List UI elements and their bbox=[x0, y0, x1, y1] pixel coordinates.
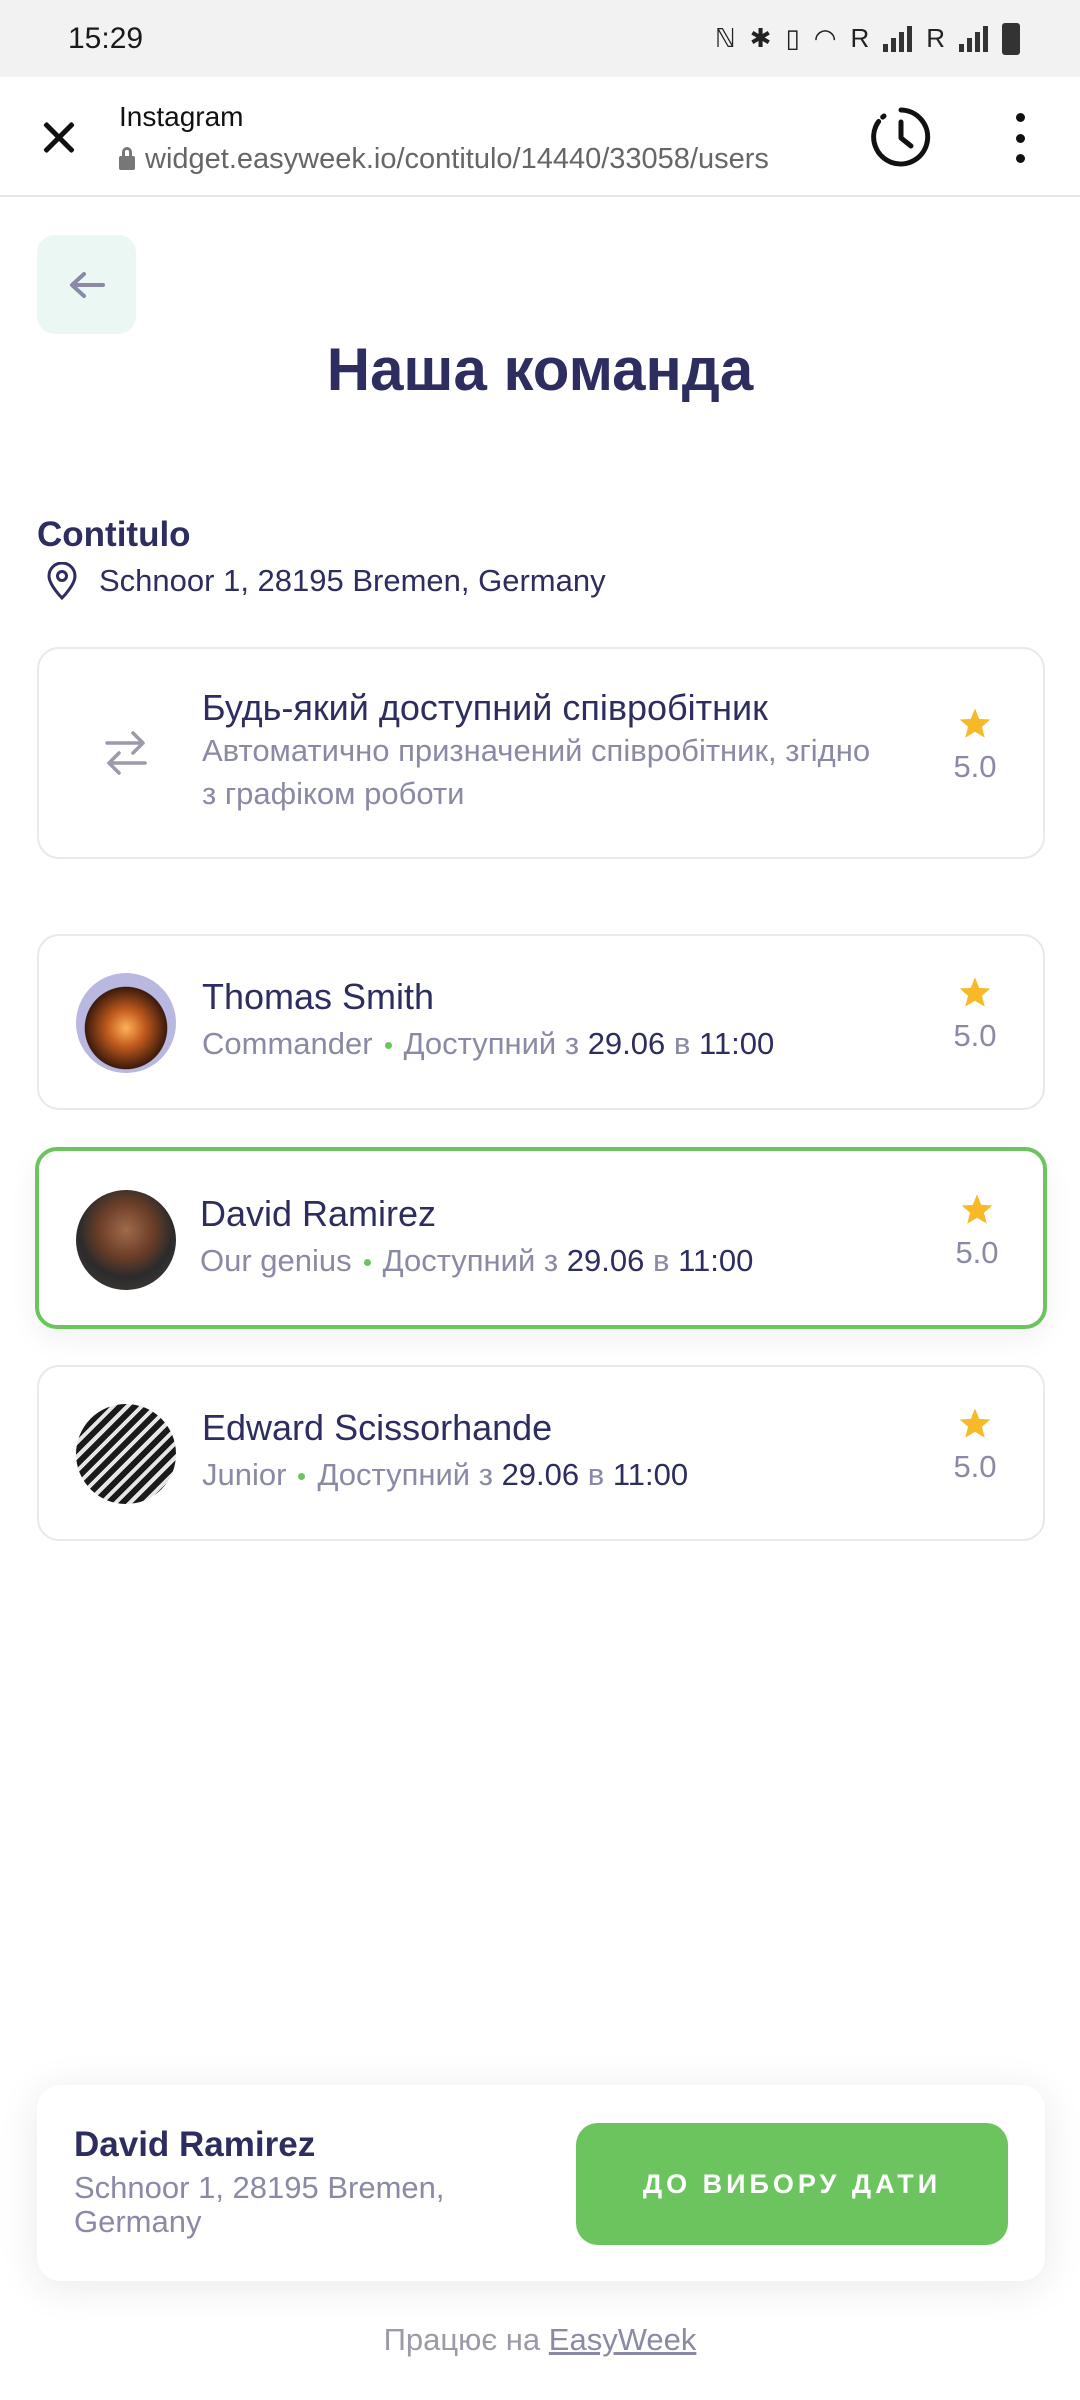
status-bar: 15:29 ℕ ✱ ▯ ◠ R R bbox=[0, 0, 1080, 77]
status-dot bbox=[298, 1473, 306, 1481]
any-employee-title: Будь-який доступний співробітник bbox=[202, 687, 768, 728]
status-time: 15:29 bbox=[68, 21, 144, 55]
powered-by: Працює на EasyWeek bbox=[0, 2322, 1080, 2358]
rating-value: 5.0 bbox=[953, 1018, 997, 1053]
url-bar[interactable]: widget.easyweek.io/contitulo/14440/33058… bbox=[119, 143, 769, 176]
rating: 5.0 bbox=[945, 976, 1005, 1054]
rating-value: 5.0 bbox=[953, 749, 997, 784]
page-title: Наша команда bbox=[326, 336, 754, 403]
available-label: Доступний з bbox=[403, 1026, 580, 1061]
choose-date-button[interactable]: ДО ВИБОРУ ДАТИ bbox=[576, 2123, 1008, 2245]
vibrate-icon: ▯ bbox=[785, 23, 800, 53]
rating-value: 5.0 bbox=[953, 1449, 997, 1484]
available-time: 11:00 bbox=[612, 1457, 689, 1492]
available-date: 29.06 bbox=[566, 1243, 645, 1278]
close-icon[interactable] bbox=[30, 107, 90, 167]
employee-role: Our genius bbox=[200, 1243, 352, 1278]
rating: 5.0 bbox=[945, 707, 1005, 785]
map-pin-icon bbox=[47, 562, 77, 600]
employee-name: Edward Scissorhande bbox=[202, 1407, 553, 1448]
signal-icon-2 bbox=[959, 25, 988, 52]
wifi-icon: ◠ bbox=[813, 23, 837, 53]
avatar bbox=[76, 973, 176, 1073]
available-date: 29.06 bbox=[501, 1457, 580, 1492]
location-address-row: Schnoor 1, 28195 Bremen, Germany bbox=[45, 562, 606, 600]
employee-card[interactable]: Thomas Smith Commander Доступний з 29.06 … bbox=[37, 934, 1045, 1110]
any-employee-description-2: з графіком роботи bbox=[202, 776, 465, 811]
back-button[interactable] bbox=[37, 235, 136, 334]
rating: 5.0 bbox=[947, 1193, 1007, 1271]
browser-toolbar: Instagram widget.easyweek.io/contitulo/1… bbox=[0, 77, 1080, 197]
employee-availability: Commander Доступний з 29.06 в 11:00 bbox=[202, 1026, 774, 1062]
available-at: в bbox=[673, 1026, 691, 1061]
available-at: в bbox=[652, 1243, 670, 1278]
available-time: 11:00 bbox=[698, 1026, 775, 1061]
employee-availability: Our genius Доступний з 29.06 в 11:00 bbox=[200, 1243, 753, 1279]
swap-arrows-icon bbox=[105, 731, 147, 775]
summary-employee-name: David Ramirez bbox=[74, 2125, 316, 2164]
employee-name: David Ramirez bbox=[200, 1193, 437, 1234]
carrier-label-2: R bbox=[926, 23, 945, 53]
bluetooth-icon: ✱ bbox=[749, 23, 772, 53]
avatar bbox=[76, 1190, 176, 1290]
arrow-left-icon bbox=[69, 271, 105, 298]
rating: 5.0 bbox=[945, 1407, 1005, 1485]
battery-icon bbox=[1002, 22, 1020, 55]
location-address: Schnoor 1, 28195 Bremen, Germany bbox=[99, 563, 606, 598]
location-name: Contitulo bbox=[37, 515, 191, 554]
status-dot bbox=[384, 1042, 392, 1050]
summary-address: Schnoor 1, 28195 Bremen, Germany bbox=[74, 2170, 445, 2239]
star-icon bbox=[959, 708, 991, 738]
available-time: 11:00 bbox=[678, 1243, 754, 1278]
booking-summary: David Ramirez Schnoor 1, 28195 Bremen, G… bbox=[37, 2085, 1045, 2281]
star-icon bbox=[959, 1408, 991, 1438]
carrier-label-1: R bbox=[850, 23, 870, 53]
any-employee-card[interactable]: Будь-який доступний співробітник Автомат… bbox=[37, 647, 1045, 859]
star-icon bbox=[959, 977, 991, 1007]
status-icons: ℕ ✱ ▯ ◠ R R bbox=[714, 22, 1020, 55]
rating-value: 5.0 bbox=[955, 1235, 999, 1270]
browser-title: Instagram bbox=[119, 101, 244, 132]
easyweek-link[interactable]: EasyWeek bbox=[549, 2322, 697, 2357]
powered-by-label: Працює на bbox=[383, 2322, 541, 2357]
any-employee-description-1: Автоматично призначений співробітник, зг… bbox=[202, 733, 871, 768]
available-label: Доступний з bbox=[382, 1243, 559, 1278]
employee-availability: Junior Доступний з 29.06 в 11:00 bbox=[202, 1457, 688, 1493]
employee-card[interactable]: Edward Scissorhande Junior Доступний з 29… bbox=[37, 1365, 1045, 1541]
url-text: widget.easyweek.io/contitulo/14440/33058… bbox=[145, 143, 769, 175]
available-date: 29.06 bbox=[587, 1026, 666, 1061]
more-menu-icon[interactable] bbox=[1000, 113, 1040, 163]
status-dot bbox=[363, 1259, 371, 1267]
employee-name: Thomas Smith bbox=[202, 976, 435, 1017]
available-label: Доступний з bbox=[317, 1457, 493, 1492]
nfc-icon: ℕ bbox=[714, 23, 736, 53]
star-icon bbox=[961, 1194, 993, 1224]
employee-card-selected[interactable]: David Ramirez Our genius Доступний з 29.0… bbox=[35, 1147, 1047, 1329]
lock-icon bbox=[119, 146, 135, 170]
employee-role: Commander bbox=[202, 1026, 373, 1061]
history-icon[interactable] bbox=[868, 104, 934, 170]
avatar bbox=[76, 1404, 176, 1504]
signal-icon bbox=[883, 25, 913, 52]
available-at: в bbox=[587, 1457, 605, 1492]
employee-role: Junior bbox=[202, 1457, 287, 1492]
